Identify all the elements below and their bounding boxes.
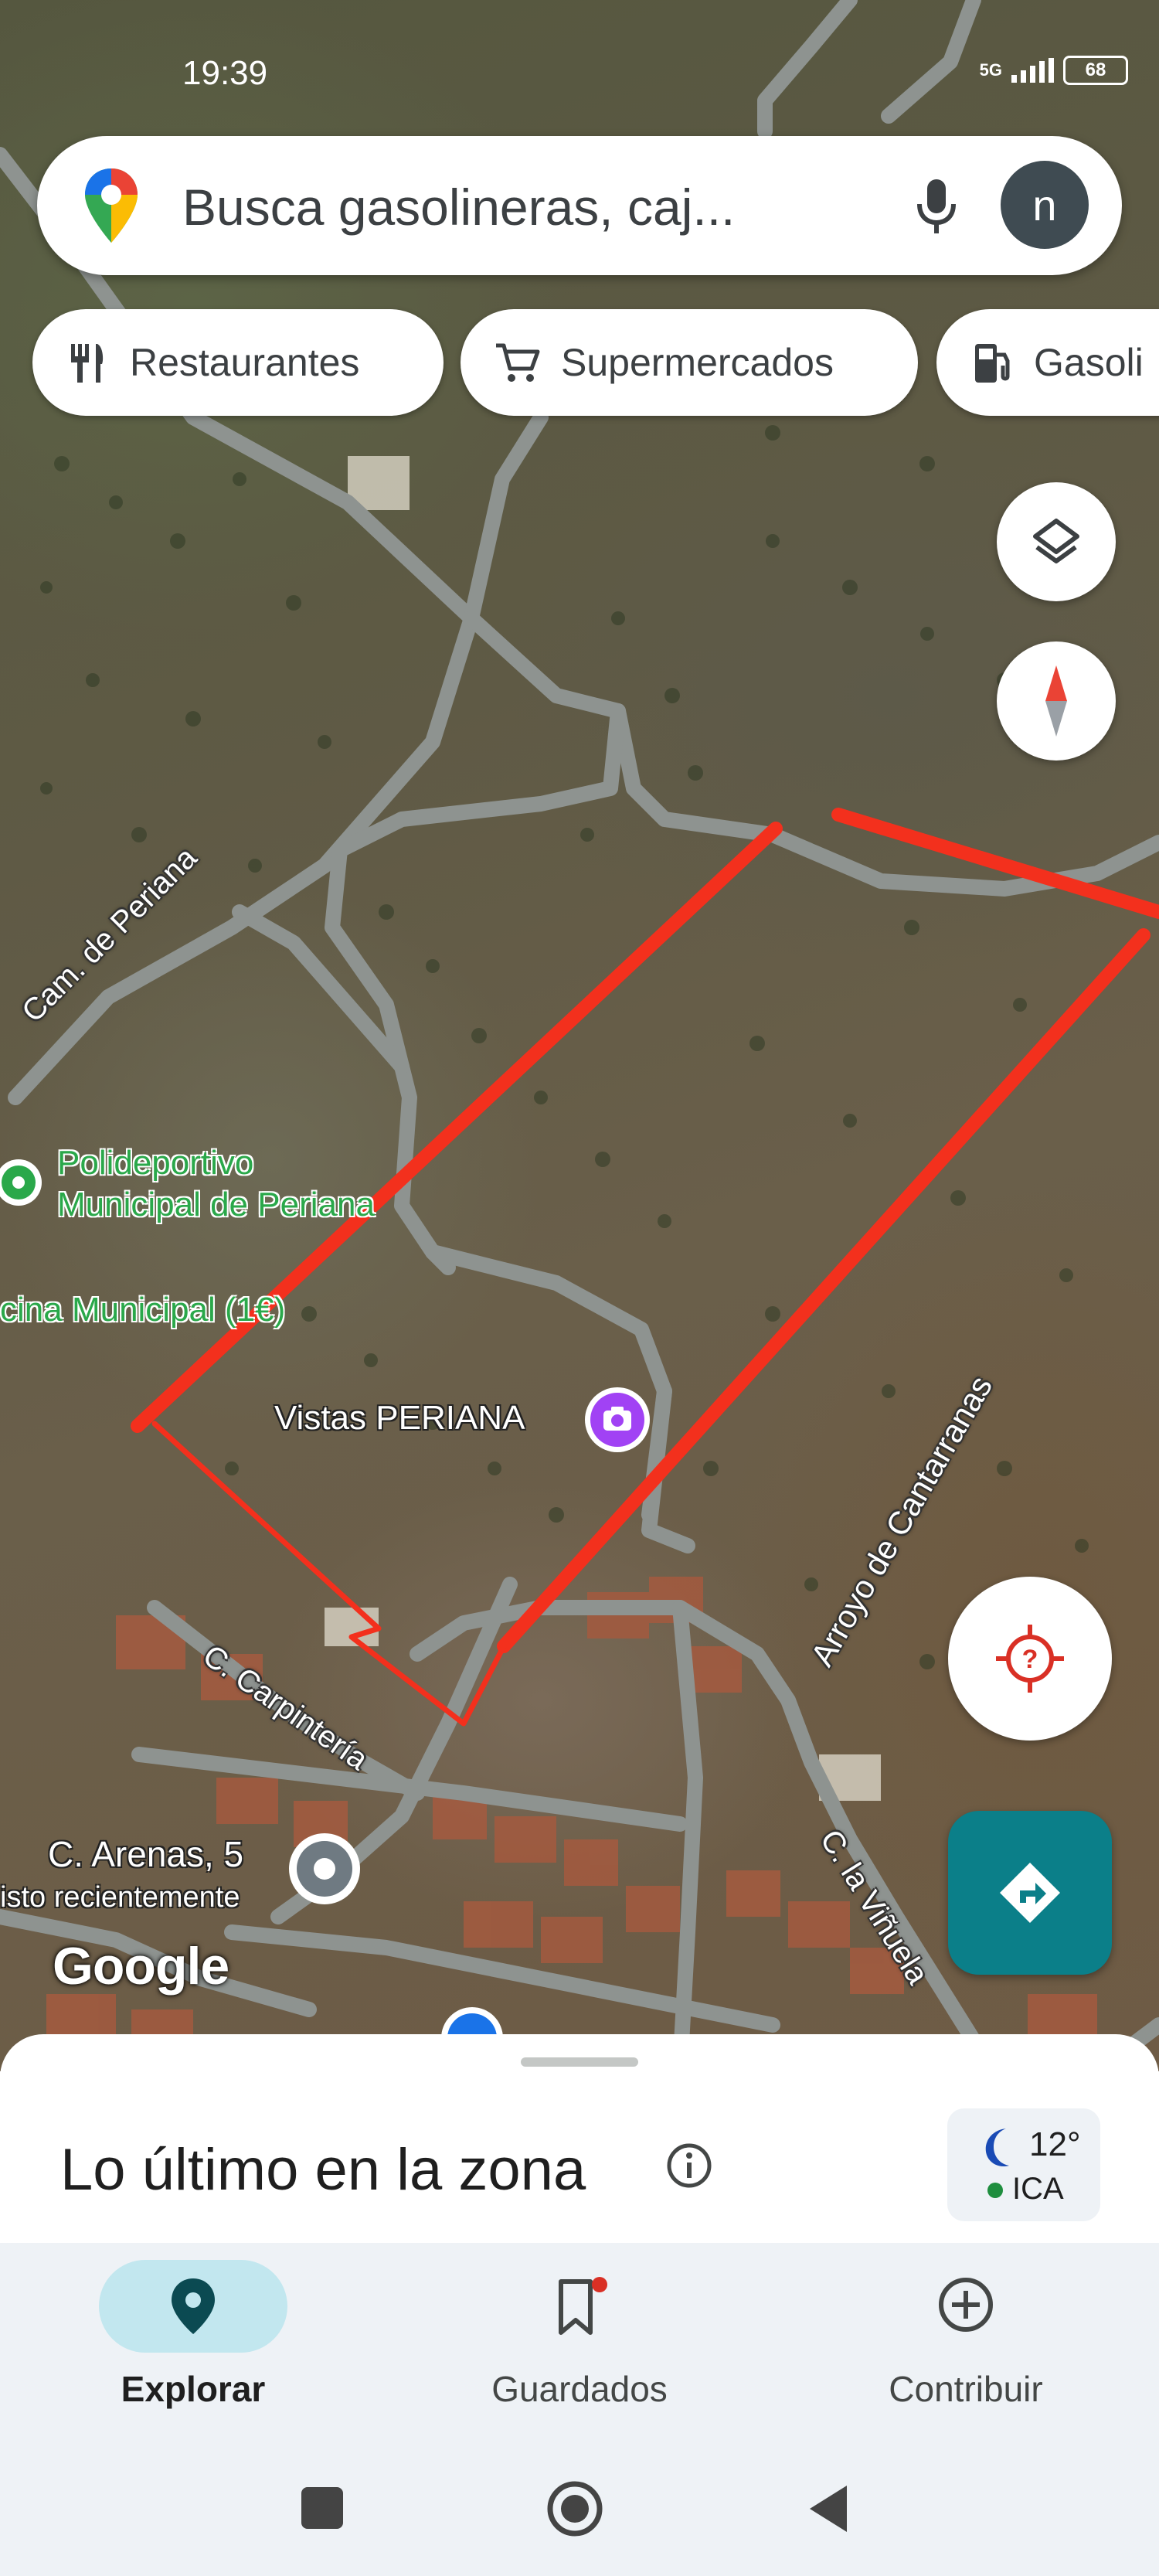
address-subtitle: isto recientemente — [0, 1881, 240, 1914]
layers-icon — [1033, 519, 1079, 563]
nav-contribuir[interactable]: Contribuir — [773, 2243, 1159, 2444]
chip-gasolineras-label: Gasoli — [1034, 341, 1144, 384]
battery-icon: 68 — [1063, 56, 1128, 85]
signal-bars-icon — [1011, 58, 1054, 83]
nav-explorar-label: Explorar — [121, 2369, 266, 2409]
battery-level: 68 — [1085, 60, 1106, 80]
status-icons: 5G 68 — [980, 56, 1128, 85]
network-type: 5G — [979, 60, 1002, 80]
compass-icon — [1045, 665, 1067, 737]
info-icon[interactable] — [664, 2141, 714, 2190]
chip-restaurantes[interactable]: Restaurantes — [32, 309, 444, 416]
bookmark-icon — [559, 2277, 607, 2335]
nav-guardados[interactable]: Guardados — [386, 2243, 773, 2444]
add-circle-icon — [939, 2278, 993, 2332]
weather-aqi-label: ICA — [1012, 2172, 1064, 2206]
address-title[interactable]: C. Arenas, 5 — [48, 1833, 243, 1875]
google-logo: Google — [53, 1937, 229, 1996]
nav-explorar[interactable]: Explorar — [0, 2243, 386, 2444]
sheet-title: Lo último en la zona — [60, 2137, 586, 2203]
sports-poi-pin-icon[interactable] — [0, 1148, 45, 1223]
directions-icon — [1000, 1863, 1060, 1923]
camera-poi-pin-icon[interactable] — [583, 1385, 652, 1455]
explore-pin-icon — [172, 2278, 215, 2334]
cart-icon — [496, 343, 540, 382]
location-unknown-icon: ? — [996, 1625, 1064, 1693]
weather-card[interactable]: 12° ICA — [947, 2108, 1100, 2221]
nav-contribuir-label: Contribuir — [889, 2369, 1043, 2409]
sheet-drag-handle[interactable] — [521, 2057, 638, 2067]
search-bar[interactable]: Busca gasolineras, caj... n — [37, 136, 1122, 275]
poi-piscina-label[interactable]: cina Municipal (1€) — [0, 1289, 285, 1331]
chip-supermercados-label: Supermercados — [561, 341, 834, 384]
google-maps-logo-icon — [85, 168, 138, 243]
system-back-button[interactable] — [807, 2482, 850, 2535]
recent-place-pin-icon[interactable] — [287, 1832, 362, 1906]
status-time: 19:39 — [182, 54, 268, 92]
gas-station-icon — [975, 344, 1010, 383]
svg-text:?: ? — [1022, 1645, 1038, 1674]
microphone-icon[interactable] — [913, 176, 960, 238]
layers-button[interactable] — [997, 482, 1116, 601]
chip-gasolineras[interactable]: Gasoli — [936, 309, 1159, 416]
moon-icon — [985, 2129, 1009, 2167]
system-home-button[interactable] — [546, 2479, 604, 2538]
search-input[interactable]: Busca gasolineras, caj... — [182, 178, 735, 237]
poi-vistas-label[interactable]: Vistas PERIANA — [274, 1397, 525, 1439]
my-location-button[interactable]: ? — [948, 1577, 1112, 1741]
bottom-sheet[interactable]: Lo último en la zona 12° ICA — [0, 2034, 1159, 2243]
directions-button[interactable] — [948, 1811, 1112, 1975]
account-avatar[interactable]: n — [1001, 161, 1089, 249]
poi-polideportivo-label[interactable]: Polideportivo Municipal de Periana — [57, 1142, 375, 1226]
chip-restaurantes-label: Restaurantes — [130, 341, 360, 384]
compass-button[interactable] — [997, 641, 1116, 761]
nav-guardados-label: Guardados — [491, 2369, 668, 2409]
system-recents-button[interactable] — [301, 2487, 343, 2529]
weather-temperature: 12° — [1029, 2125, 1081, 2163]
fork-knife-icon — [71, 344, 104, 383]
aqi-status-dot — [987, 2183, 1003, 2198]
chip-supermercados[interactable]: Supermercados — [461, 309, 918, 416]
